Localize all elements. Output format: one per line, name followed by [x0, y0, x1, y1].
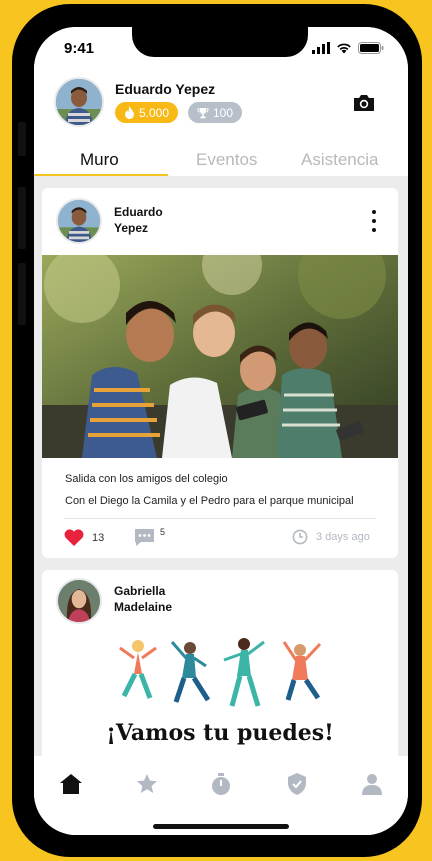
home-icon[interactable] [59, 772, 83, 796]
home-indicator [153, 824, 289, 829]
likes-count: 13 [92, 532, 105, 544]
notch [132, 27, 308, 57]
author-photo [58, 200, 100, 242]
post-author-name: Eduardo Yepez [114, 204, 163, 236]
avatar[interactable] [54, 77, 104, 127]
tab-asistencia[interactable]: Asistencia [301, 150, 378, 170]
author-first-name: Gabriella [114, 584, 166, 598]
wifi-icon [337, 43, 351, 54]
heart-icon[interactable] [64, 529, 84, 546]
volume-down-button [18, 263, 26, 325]
signal-icon [312, 42, 330, 54]
bottom-nav [34, 756, 408, 835]
mute-switch [18, 122, 26, 156]
post-card: Gabriella Madelaine ¡Vamos tu puedes! [42, 570, 398, 756]
shield-icon[interactable] [285, 772, 309, 796]
tab-eventos[interactable]: Eventos [196, 150, 257, 170]
app-screen: 9:41 Eduardo Yepez 5.000 100 Muro Evento… [34, 27, 408, 835]
avatar-photo [56, 79, 102, 125]
jumping-people-illustration [119, 638, 322, 707]
comments-count: 5 [160, 527, 166, 537]
feed[interactable]: Eduardo Yepez Salida con los amigos del … [34, 176, 408, 756]
post-author-name: Gabriella Madelaine [114, 583, 172, 615]
post-stats: 13 5 3 days ago [64, 525, 376, 549]
author-last-name: Madelaine [114, 600, 173, 614]
post-title: Salida con los amigos del colegio [65, 473, 228, 485]
camera-icon[interactable] [352, 91, 376, 115]
battery-icon [358, 42, 384, 54]
points-value: 5.000 [139, 105, 170, 120]
post-time: 3 days ago [316, 531, 370, 543]
post-author-avatar[interactable] [56, 578, 102, 624]
more-options-icon[interactable] [372, 210, 376, 232]
post-author-avatar[interactable] [56, 198, 102, 244]
author-photo [58, 580, 100, 622]
friends-photo [42, 255, 398, 458]
user-icon[interactable] [360, 772, 384, 796]
post-divider [64, 518, 376, 519]
volume-up-button [18, 187, 26, 249]
trophies-badge: 100 [188, 102, 243, 123]
profile-header: Eduardo Yepez 5.000 100 Muro Eventos Asi… [34, 71, 408, 177]
author-first-name: Eduardo [114, 205, 163, 219]
motivational-banner-text: ¡Vamos tu puedes! [106, 720, 334, 746]
trophy-icon [197, 107, 209, 118]
author-last-name: Yepez [114, 221, 149, 235]
clock-icon [292, 529, 308, 545]
tab-bar: Muro Eventos Asistencia [34, 148, 408, 177]
stopwatch-icon[interactable] [209, 772, 233, 796]
tab-muro[interactable]: Muro [80, 150, 119, 170]
star-icon[interactable] [135, 772, 159, 796]
user-name: Eduardo Yepez [115, 81, 216, 97]
post-body: Con el Diego la Camila y el Pedro para e… [65, 495, 354, 507]
post-photo[interactable] [42, 255, 398, 458]
status-time: 9:41 [64, 40, 95, 57]
fire-icon [125, 106, 134, 119]
comment-icon[interactable] [134, 528, 155, 547]
trophies-value: 100 [213, 105, 234, 120]
points-badge: 5.000 [115, 102, 179, 123]
post-card: Eduardo Yepez Salida con los amigos del … [42, 188, 398, 558]
